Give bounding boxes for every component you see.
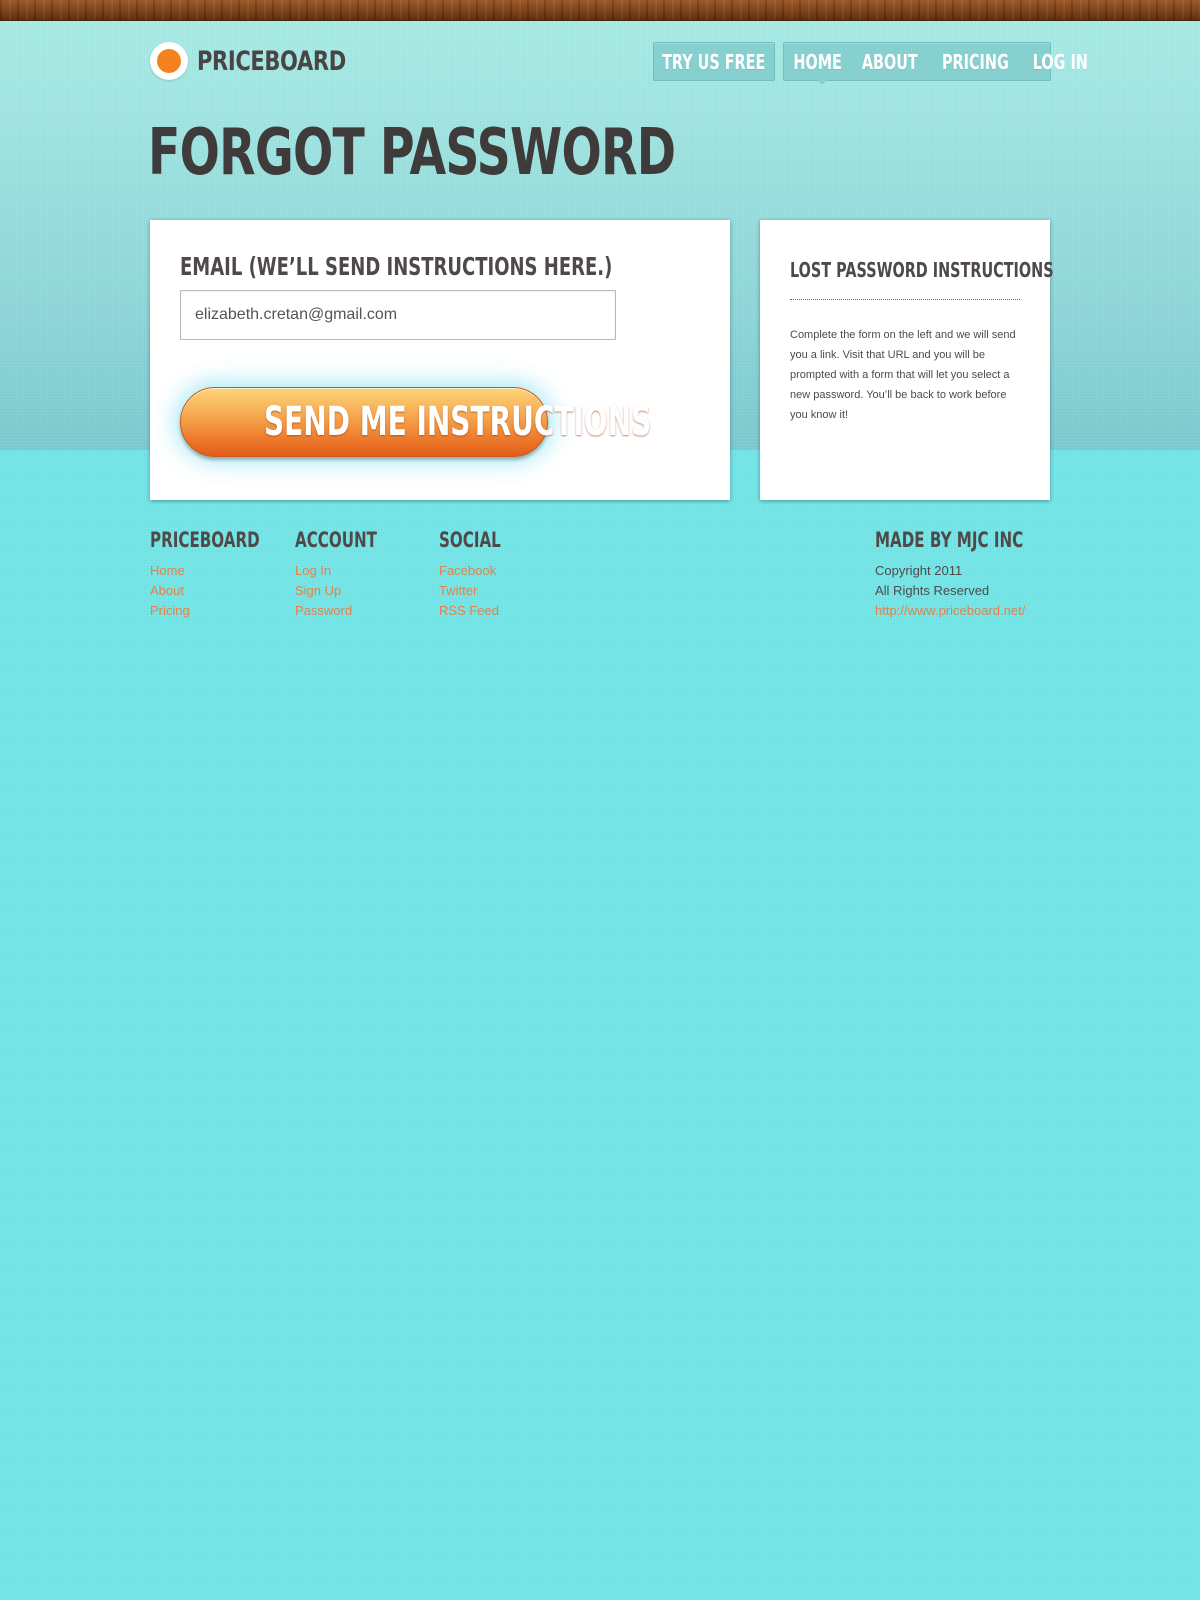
main-nav: HOME ABOUT PRICING LOG IN	[783, 42, 1088, 81]
try-us-free-button[interactable]: TRY US FREE	[653, 42, 775, 81]
nav-pricing[interactable]: PRICING	[942, 50, 1009, 74]
footer-column-priceboard: PRICEBOARD Home About Pricing	[150, 525, 302, 621]
footer-link-twitter[interactable]: Twitter	[439, 581, 525, 601]
try-us-free-label: TRY US FREE	[662, 49, 766, 74]
wood-top-strip	[0, 0, 1200, 21]
instructions-title: LOST PASSWORD INSTRUCTIONS	[790, 258, 1054, 282]
footer-heading: ACCOUNT	[295, 528, 378, 552]
nav-home[interactable]: HOME	[793, 50, 841, 74]
footer-link-password[interactable]: Password	[295, 601, 409, 621]
footer-link-pricing[interactable]: Pricing	[150, 601, 302, 621]
footer-link-log-in[interactable]: Log In	[295, 561, 409, 581]
footer-link-home[interactable]: Home	[150, 561, 302, 581]
send-instructions-button[interactable]: SEND ME INSTRUCTIONS	[180, 387, 651, 457]
nav-log-in[interactable]: LOG IN	[1032, 50, 1087, 74]
page-title: FORGOT PASSWORD	[148, 116, 676, 190]
footer-column-social: SOCIAL Facebook Twitter RSS Feed	[439, 525, 525, 621]
active-nav-caret-icon	[816, 79, 828, 85]
email-input[interactable]	[180, 290, 616, 340]
email-label: EMAIL (WE’LL SEND INSTRUCTIONS HERE.)	[180, 252, 613, 281]
send-instructions-label: SEND ME INSTRUCTIONS	[264, 399, 652, 445]
logo[interactable]: PRICEBOARD	[150, 42, 388, 80]
footer-link-sign-up[interactable]: Sign Up	[295, 581, 409, 601]
instructions-panel: LOST PASSWORD INSTRUCTIONS Complete the …	[760, 220, 1054, 500]
dotted-divider	[790, 299, 1020, 300]
footer-heading: MADE BY MJC INC	[875, 528, 1024, 552]
footer-column-account: ACCOUNT Log In Sign Up Password	[295, 525, 409, 621]
footer-link-website[interactable]: http://www.priceboard.net/	[875, 601, 1081, 621]
logo-text: PRICEBOARD	[197, 45, 346, 77]
footer-link-about[interactable]: About	[150, 581, 302, 601]
footer-column-made-by: MADE BY MJC INC Copyright 2011 All Right…	[875, 525, 1081, 621]
footer-heading: SOCIAL	[439, 528, 501, 552]
nav-about[interactable]: ABOUT	[862, 50, 918, 74]
instructions-text: Complete the form on the left and we wil…	[790, 329, 1016, 421]
forgot-password-form: EMAIL (WE’LL SEND INSTRUCTIONS HERE.) SE…	[150, 220, 730, 500]
footer-link-rss-feed[interactable]: RSS Feed	[439, 601, 525, 621]
footer-link-facebook[interactable]: Facebook	[439, 561, 525, 581]
orange-circle-logo-icon	[150, 42, 188, 80]
copyright-text: Copyright 2011	[875, 563, 963, 578]
rights-text: All Rights Reserved	[875, 583, 990, 598]
footer-heading: PRICEBOARD	[150, 528, 260, 552]
